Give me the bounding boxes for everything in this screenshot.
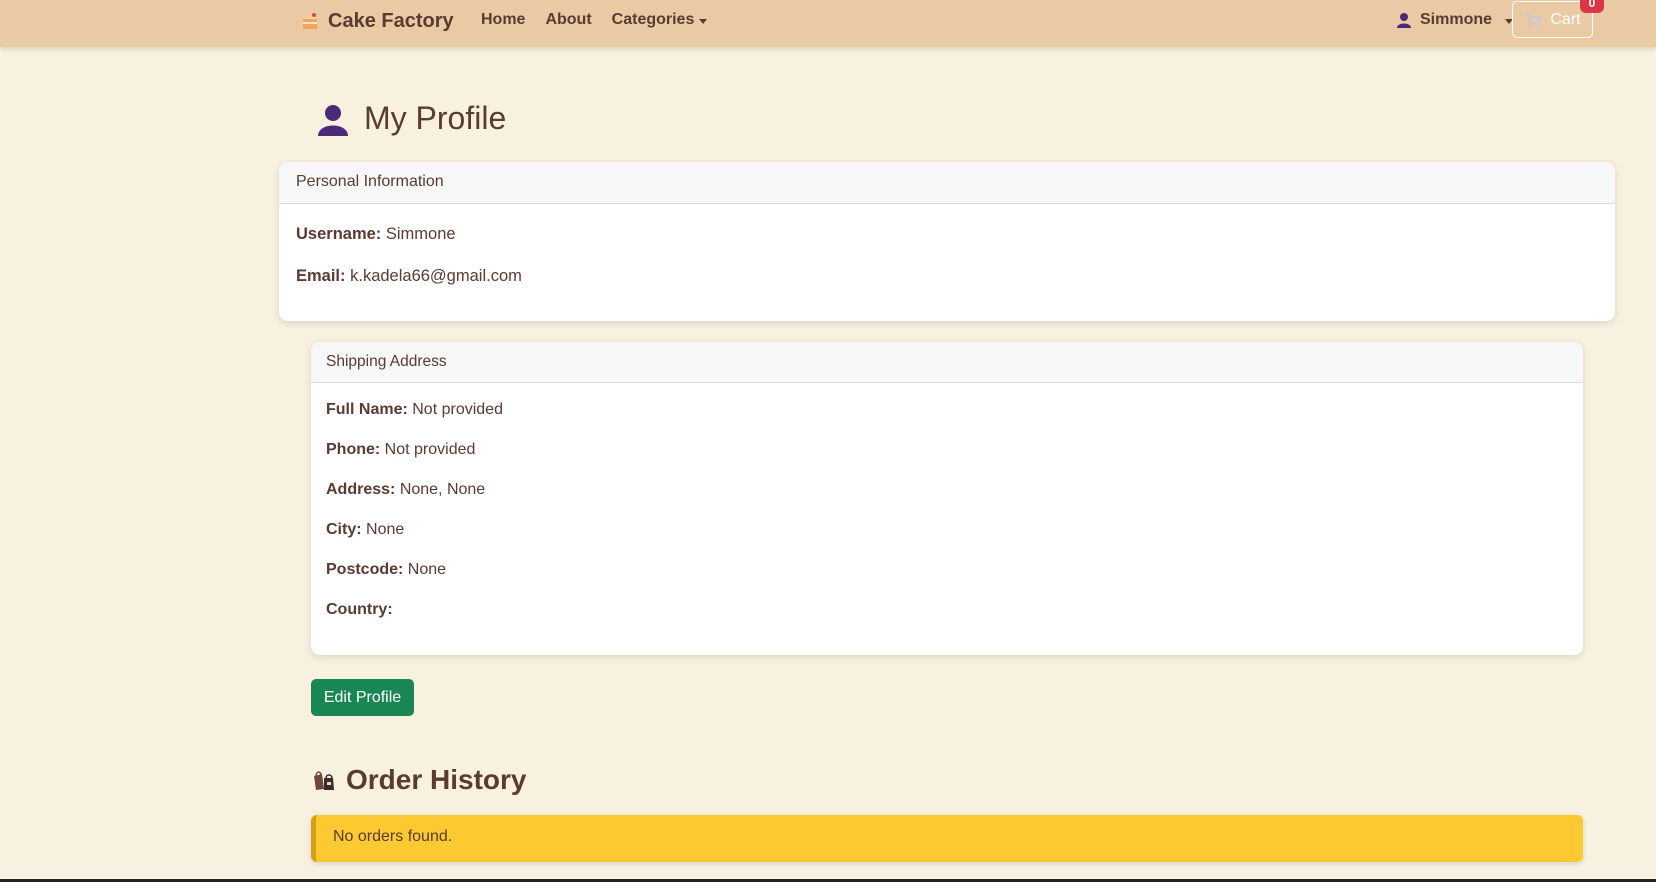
nav-links: Home About Categories — [481, 11, 708, 29]
cart-icon — [1525, 12, 1543, 27]
country-row: Country: — [326, 600, 1568, 620]
address-value: None, None — [399, 481, 486, 498]
city-label: City: — [326, 521, 362, 538]
nav-categories-label: Categories — [611, 11, 695, 28]
cart-count-badge: 0 — [1580, 0, 1604, 13]
nav-categories-dropdown[interactable]: Categories — [612, 11, 708, 29]
full-name-row: Full Name: Not provided — [326, 400, 1568, 420]
cart-button[interactable]: Cart 0 — [1512, 0, 1604, 38]
no-orders-alert: No orders found. — [311, 815, 1583, 862]
email-row: Email: k.kadela66@gmail.com — [296, 266, 1598, 286]
nav-home[interactable]: Home — [481, 11, 525, 29]
chevron-down-icon — [699, 18, 708, 24]
email-value: k.kadela66@gmail.com — [350, 267, 522, 285]
page-title: My Profile — [316, 100, 506, 137]
order-history-title-text: Order History — [346, 764, 527, 795]
user-menu-dropdown[interactable]: Simmone — [1396, 11, 1514, 29]
postcode-value: None — [407, 561, 447, 578]
shipping-address-card: Shipping Address Full Name: Not provided… — [311, 342, 1583, 655]
shipping-address-body: Full Name: Not provided Phone: Not provi… — [311, 383, 1583, 655]
city-value: None — [366, 521, 405, 538]
personal-info-body: Username: Simmone Email: k.kadela66@gmai… — [279, 204, 1615, 321]
full-name-label: Full Name: — [326, 401, 408, 418]
user-icon — [318, 104, 348, 136]
navbar: Cake Factory Home About Categories Simmo… — [0, 0, 1656, 47]
brand-name: Cake Factory — [328, 9, 454, 32]
phone-label: Phone: — [326, 441, 381, 458]
edit-profile-button[interactable]: Edit Profile — [311, 679, 414, 716]
page-title-text: My Profile — [364, 100, 507, 136]
user-icon — [1397, 13, 1411, 28]
personal-info-header: Personal Information — [279, 162, 1615, 204]
full-name-value: Not provided — [412, 401, 503, 418]
phone-value: Not provided — [384, 441, 476, 458]
shipping-address-header: Shipping Address — [311, 342, 1583, 383]
nav-about[interactable]: About — [545, 11, 591, 29]
brand-link[interactable]: Cake Factory — [300, 9, 454, 33]
postcode-row: Postcode: None — [326, 560, 1568, 580]
email-label: Email: — [296, 267, 346, 285]
shopping-bags-icon — [314, 771, 334, 790]
cake-icon — [303, 13, 317, 29]
phone-row: Phone: Not provided — [326, 440, 1568, 460]
city-row: City: None — [326, 520, 1568, 540]
username-label: Username: — [296, 225, 382, 243]
cart-label: Cart — [1550, 10, 1581, 28]
order-history-title: Order History — [312, 764, 527, 796]
address-row: Address: None, None — [326, 480, 1568, 500]
user-name: Simmone — [1420, 11, 1493, 28]
address-label: Address: — [326, 481, 396, 498]
username-row: Username: Simmone — [296, 224, 1598, 244]
personal-info-card: Personal Information Username: Simmone E… — [279, 162, 1615, 321]
username-value: Simmone — [385, 225, 456, 243]
postcode-label: Postcode: — [326, 561, 404, 578]
country-label: Country: — [326, 601, 393, 618]
